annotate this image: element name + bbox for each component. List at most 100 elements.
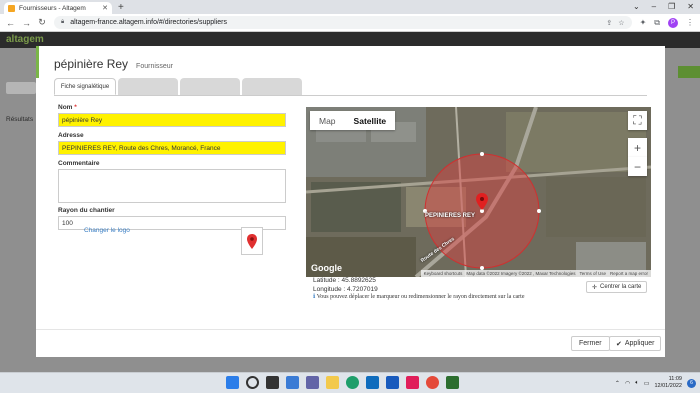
- nom-input[interactable]: pépinière Rey: [58, 113, 286, 127]
- back-icon[interactable]: ←: [6, 18, 15, 28]
- info-icon: ℹ: [313, 294, 316, 300]
- reload-icon[interactable]: ↻: [38, 17, 46, 28]
- browser-menu-icon[interactable]: ⋮: [686, 18, 694, 27]
- chevron-up-icon[interactable]: ⌃: [615, 380, 620, 387]
- lock-icon[interactable]: 🔒︎: [61, 19, 64, 26]
- app-icon[interactable]: [446, 376, 459, 389]
- zoom-in-button[interactable]: +: [628, 138, 647, 157]
- report-error-link[interactable]: Report a map error: [610, 271, 648, 276]
- map-type-toggle: Map Satellite: [310, 111, 396, 130]
- chevron-down-icon[interactable]: ⌄: [633, 2, 640, 11]
- tab-4[interactable]: [242, 78, 302, 95]
- tab-close-icon[interactable]: ✕: [102, 4, 108, 12]
- browser-tab-title: Fournisseurs - Altagem: [19, 4, 86, 12]
- modal-subtitle: Fournisseur: [136, 63, 174, 70]
- close-window-icon[interactable]: ✕: [687, 2, 694, 11]
- tab-fiche-signaletique[interactable]: Fiche signalétique: [54, 78, 116, 95]
- supplier-form: Nom * pépinière Rey Adresse PEPINIERES R…: [58, 104, 286, 235]
- file-explorer-icon[interactable]: [326, 376, 339, 389]
- extensions-puzzle-icon[interactable]: ⧉: [654, 18, 660, 28]
- new-tab-icon[interactable]: +: [118, 2, 124, 13]
- center-map-button[interactable]: ✛ Centrer la carte: [586, 281, 648, 293]
- clock-date: 12/01/2022: [654, 383, 682, 389]
- browser-toolbar: ← → ↻ 🔒︎ altagem-france.altagem.info/#/d…: [0, 14, 700, 32]
- browser-tab-bar: Fournisseurs - Altagem ✕ + ⌄ – ❐ ✕: [0, 0, 700, 14]
- apply-button[interactable]: ✔ Appliquer: [609, 336, 662, 351]
- volume-icon[interactable]: 🔈︎: [635, 380, 639, 387]
- map-view[interactable]: Map Satellite ⛶ + − PEPINIERES REY Route…: [306, 107, 651, 277]
- coordinates: Latitude : 45.8892625 Longitude : 4.7207…: [313, 276, 378, 294]
- taskbar-apps: [226, 376, 459, 389]
- wifi-icon[interactable]: ◠: [625, 380, 630, 387]
- map-marker-label: PEPINIERES REY: [425, 213, 476, 219]
- supplier-modal: pépinière Rey Fournisseur Fiche signalét…: [36, 46, 665, 357]
- terms-link[interactable]: Terms of Use: [579, 271, 606, 276]
- window-controls: ⌄ – ❐ ✕: [633, 2, 694, 11]
- maximize-icon[interactable]: ❐: [668, 2, 675, 11]
- check-icon: ✔: [616, 340, 622, 348]
- fullscreen-icon[interactable]: ⛶: [628, 111, 647, 130]
- google-logo: Google: [311, 263, 342, 273]
- chrome-icon[interactable]: [426, 376, 439, 389]
- outlook-icon[interactable]: [366, 376, 379, 389]
- search-icon[interactable]: [246, 376, 259, 389]
- required-marker: *: [74, 104, 77, 111]
- edge-icon[interactable]: [346, 376, 359, 389]
- results-label: Résultats: [6, 116, 34, 123]
- close-button[interactable]: Fermer: [571, 336, 610, 351]
- word-icon[interactable]: [386, 376, 399, 389]
- modal-tabs: Fiche signalétique: [54, 78, 302, 95]
- app-action-button: [678, 66, 700, 78]
- map-data-text: Map data ©2022 Imagery ©2022 , Maxar Tec…: [466, 271, 576, 276]
- adresse-label: Adresse: [58, 132, 84, 139]
- rayon-label: Rayon du chantier: [58, 207, 115, 214]
- clock[interactable]: 11:09 12/01/2022: [654, 376, 682, 390]
- tab-2[interactable]: [118, 78, 178, 95]
- logo-preview[interactable]: [241, 227, 263, 255]
- clock-time: 11:09: [668, 376, 682, 382]
- latitude-text: Latitude : 45.8892625: [313, 277, 376, 284]
- windows-taskbar: ⌃ ◠ 🔈︎ ▭ 11:09 12/01/2022 6: [0, 372, 700, 393]
- battery-icon[interactable]: ▭: [644, 380, 650, 387]
- address-bar[interactable]: 🔒︎ altagem-france.altagem.info/#/directo…: [54, 16, 632, 29]
- modal-title: pépinière Rey: [54, 57, 129, 71]
- notification-badge[interactable]: 6: [687, 378, 696, 388]
- start-icon[interactable]: [226, 376, 239, 389]
- modal-header: pépinière Rey Fournisseur: [54, 57, 173, 71]
- tab-3[interactable]: [180, 78, 240, 95]
- map-pin-icon: [247, 233, 257, 249]
- altagem-favicon-icon: [8, 4, 15, 12]
- map-hint: ℹ Vous pouvez déplacer le marqueur ou re…: [313, 293, 525, 300]
- commentaire-label: Commentaire: [58, 160, 100, 167]
- slack-icon[interactable]: [406, 376, 419, 389]
- browser-tab[interactable]: Fournisseurs - Altagem ✕: [4, 2, 112, 14]
- app-search-box: [6, 82, 36, 94]
- map-type-satellite-button[interactable]: Satellite: [345, 111, 396, 130]
- keyboard-shortcuts-link[interactable]: Keyboard shortcuts: [424, 271, 463, 276]
- forward-icon[interactable]: →: [22, 18, 31, 28]
- extension-icon[interactable]: ✦: [640, 18, 647, 27]
- system-tray: ⌃ ◠ 🔈︎ ▭ 11:09 12/01/2022 6: [615, 376, 696, 390]
- url-text: altagem-france.altagem.info/#/directorie…: [70, 19, 228, 26]
- tab-divider: [54, 95, 647, 96]
- crosshair-icon: ✛: [592, 284, 598, 291]
- map-hint-text: Vous pouvez déplacer le marqueur ou redi…: [316, 294, 525, 300]
- share-icon[interactable]: ⇪: [606, 19, 612, 27]
- map-type-map-button[interactable]: Map: [310, 111, 345, 130]
- change-logo-link[interactable]: Changer le logo: [84, 227, 130, 234]
- teams-icon[interactable]: [306, 376, 319, 389]
- minimize-icon[interactable]: –: [652, 2, 656, 11]
- satellite-imagery: [306, 107, 651, 277]
- adresse-input[interactable]: PEPINIERES REY, Route des Chres, Morancé…: [58, 141, 286, 155]
- app-logo: altagem: [6, 34, 44, 45]
- profile-avatar[interactable]: P: [668, 17, 678, 28]
- widgets-icon[interactable]: [286, 376, 299, 389]
- nom-label: Nom *: [58, 104, 77, 111]
- zoom-out-button[interactable]: −: [628, 157, 647, 176]
- map-attribution: Keyboard shortcuts Map data ©2022 Imager…: [420, 270, 651, 277]
- commentaire-textarea[interactable]: [58, 169, 286, 203]
- task-view-icon[interactable]: [266, 376, 279, 389]
- modal-accent-bar: [36, 46, 39, 78]
- star-icon[interactable]: ☆: [618, 19, 624, 27]
- modal-footer-divider: [36, 329, 665, 330]
